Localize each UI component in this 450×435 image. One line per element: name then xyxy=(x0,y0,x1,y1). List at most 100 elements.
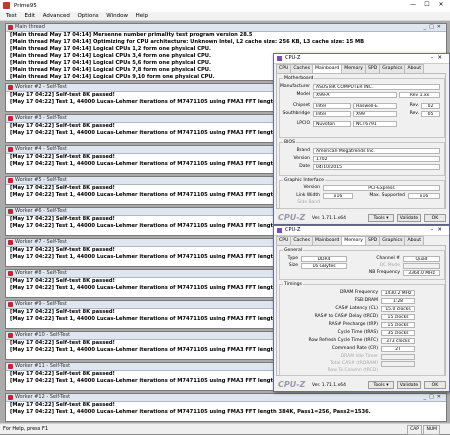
worker-log: [May 17 04:22] Self-test 8K passed! [May … xyxy=(6,402,446,416)
worker-titlebar[interactable]: Worker #12 - Self-Test _□✕ xyxy=(6,394,446,402)
window-icon xyxy=(8,147,13,152)
tools-button[interactable]: Tools ▾ xyxy=(368,381,394,389)
window-icon xyxy=(8,395,13,400)
menu-help[interactable]: Help xyxy=(136,12,149,21)
cpuz-tabs: CPU Caches Mainboard Memory SPD Graphics About xyxy=(276,64,425,74)
chipset-vendor: Intel xyxy=(313,103,351,109)
gi-version-value: PCI-Express xyxy=(323,185,440,191)
menu-edit[interactable]: Edit xyxy=(24,12,35,21)
tab-about[interactable]: About xyxy=(404,64,425,73)
cpuz-titlebar[interactable]: CPU-Z –✕ xyxy=(274,54,449,64)
menu-advanced[interactable]: Advanced xyxy=(43,12,70,21)
disabled-timing-label: Row To Column (tRCD) xyxy=(327,368,378,373)
tools-label: Tools xyxy=(373,383,385,388)
group-label: Graphic Interface xyxy=(283,178,325,183)
tab-spd[interactable]: SPD xyxy=(364,236,381,245)
tab-spd[interactable]: SPD xyxy=(364,64,381,73)
disabled-timing-label: Total CAS# (tRDRAM) xyxy=(330,361,378,366)
tab-mainboard[interactable]: Mainboard xyxy=(312,236,343,245)
ok-button[interactable]: OK xyxy=(424,381,446,389)
tab-cpu[interactable]: CPU xyxy=(276,64,292,73)
link-width-label: Link Width xyxy=(296,193,320,198)
channel-value: Quad xyxy=(403,256,440,262)
cpuz-window-controls[interactable]: –✕ xyxy=(431,54,446,63)
window-icon xyxy=(8,178,13,183)
channel-label: Channel # xyxy=(376,256,400,261)
dc-mode-label: DC Mode xyxy=(379,263,400,268)
close-button[interactable]: ✕ xyxy=(434,0,448,9)
log-line: [May 17 04:22] Test 1, 44000 Lucas-Lehme… xyxy=(10,409,371,415)
tab-caches[interactable]: Caches xyxy=(290,236,314,245)
bios-date-value: 04/10/2015 xyxy=(313,164,440,170)
timing-label: Row Refresh Cycle Time (tRFC) xyxy=(308,338,378,343)
manufacturer-value: ASUSTeK COMPUTER INC. xyxy=(313,84,440,90)
cpuz-mainboard-window[interactable]: CPU-Z –✕ CPU Caches Mainboard Memory SPD Grap… xyxy=(273,53,450,225)
cpuz-footer: CPU-Z Ver. 1.71.1.x64 Tools ▾ Validate O… xyxy=(274,212,449,224)
window-icon xyxy=(8,333,13,338)
cpuz-tabs: CPU Caches Mainboard Memory SPD Graphics About xyxy=(276,236,425,246)
maximize-button[interactable]: ☐ xyxy=(420,0,434,9)
timing-value: 1430.2 MHz xyxy=(381,290,415,296)
size-value: 16 GBytes xyxy=(301,263,347,269)
worker-title: Worker #12 - Self-Test xyxy=(15,394,71,400)
nb-frequency-label: NB Frequency xyxy=(368,270,400,275)
main-thread-titlebar[interactable]: Main thread _□✕ xyxy=(6,24,446,32)
validate-button[interactable]: Validate xyxy=(397,214,421,222)
chipset-name: Haswell-E xyxy=(353,103,397,109)
timing-label: Cycle Time (tRAS) xyxy=(337,330,378,335)
tab-graphics[interactable]: Graphics xyxy=(379,236,406,245)
group-label: Motherboard xyxy=(283,76,315,81)
menu-test[interactable]: Test xyxy=(6,12,17,21)
log-line: [May 17 04:22] Self-test 8K passed! xyxy=(10,402,115,408)
status-help-text: For Help, press F1 xyxy=(3,426,49,432)
group-label: General xyxy=(283,248,304,253)
tab-caches[interactable]: Caches xyxy=(290,64,314,73)
ok-button[interactable]: OK xyxy=(424,214,446,222)
window-icon xyxy=(8,271,13,276)
lpcio-label: LPCIO xyxy=(296,121,310,126)
validate-button[interactable]: Validate xyxy=(397,381,421,389)
window-icon xyxy=(8,302,13,307)
worker-title: Worker #11 - Self-Test xyxy=(15,363,71,369)
southbridge-label: Southbridge xyxy=(282,111,310,116)
menu-options[interactable]: Options xyxy=(77,12,98,21)
cpuz-titlebar[interactable]: CPU-Z –✕ xyxy=(274,226,449,236)
tools-button[interactable]: Tools ▾ xyxy=(368,214,394,222)
timing-label: CAS# Latency (CL) xyxy=(335,306,378,311)
cpuz-version: Ver. 1.71.1.x64 xyxy=(312,216,346,221)
group-label: Timings xyxy=(283,282,303,287)
southbridge-name: X99 xyxy=(353,111,397,117)
size-label: Size xyxy=(288,263,298,268)
minimize-button[interactable]: — xyxy=(406,0,420,9)
gi-version-label: Version xyxy=(303,185,320,190)
tab-graphics[interactable]: Graphics xyxy=(379,64,406,73)
cpuz-window-controls[interactable]: –✕ xyxy=(431,226,446,235)
cpuz-logo: CPU-Z xyxy=(278,380,306,389)
tab-about[interactable]: About xyxy=(404,236,425,245)
worker-title: Worker #10 - Self-Test xyxy=(15,332,71,338)
bios-brand-label: Brand xyxy=(296,148,310,153)
cpuz-memory-window[interactable]: CPU-Z –✕ CPU Caches Mainboard Memory SPD Grap… xyxy=(273,225,450,392)
prime95-app-icon xyxy=(3,2,10,9)
manufacturer-label: Manufacturer xyxy=(280,84,311,89)
worker-window[interactable]: Worker #12 - Self-Test _□✕ [May 17 04:22]… xyxy=(5,393,447,422)
log-line: [Main thread May 17 04:14] Logical CPUs … xyxy=(10,46,211,52)
timing-value: 2T xyxy=(381,346,415,352)
child-window-controls[interactable]: _□✕ xyxy=(424,394,444,401)
model-label: Model xyxy=(296,92,310,97)
chipset-rev-label: Rev. xyxy=(409,103,419,108)
cpuz-logo: CPU-Z xyxy=(278,213,306,222)
link-width-value: x16 xyxy=(323,193,353,199)
nb-frequency-value: 3364.0 MHz xyxy=(403,270,440,276)
max-supported-label: Max. Supported xyxy=(369,193,405,198)
timing-label: Command Rate (CR) xyxy=(331,346,378,351)
menu-window[interactable]: Window xyxy=(106,12,128,21)
menu-bar: Test Edit Advanced Options Window Help xyxy=(0,12,450,21)
log-line: [Main thread May 17 04:14] Mersenne numb… xyxy=(10,32,253,38)
timing-value: 373 clocks xyxy=(381,338,415,344)
child-window-controls[interactable]: _□✕ xyxy=(424,24,444,31)
tab-memory[interactable]: Memory xyxy=(341,64,366,73)
cpuz-version: Ver. 1.71.1.x64 xyxy=(312,383,346,388)
tab-cpu[interactable]: CPU xyxy=(276,236,292,245)
type-value: DDR4 xyxy=(301,256,347,262)
